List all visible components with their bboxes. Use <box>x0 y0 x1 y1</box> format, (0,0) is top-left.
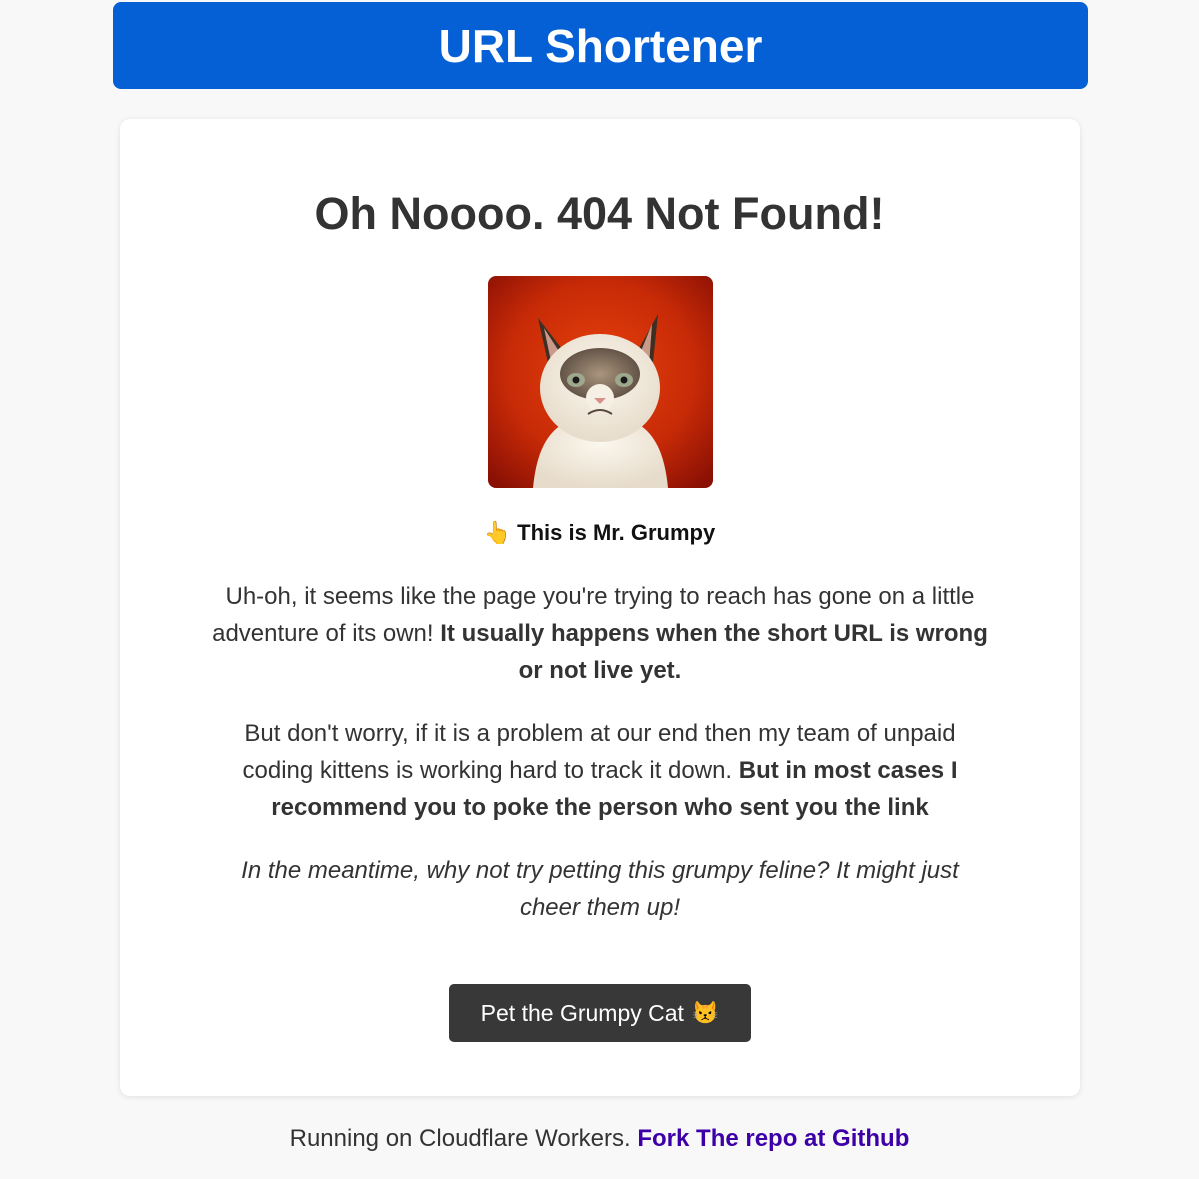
error-heading: Oh Noooo. 404 Not Found! <box>314 188 885 239</box>
footer-text: Running on Cloudflare Workers. <box>289 1125 638 1152</box>
pointing-up-icon: 👆 <box>483 520 512 545</box>
explanation-paragraph: Uh-oh, it seems like the page you're try… <box>210 578 990 689</box>
caption-text: This is Mr. Grumpy <box>517 520 716 545</box>
github-fork-link[interactable]: Fork The repo at Github <box>637 1125 909 1152</box>
paragraph1-bold: It usually happens when the short URL is… <box>440 620 988 684</box>
pet-cat-button[interactable]: Pet the Grumpy Cat 😾 <box>449 984 751 1042</box>
app-title: URL Shortener <box>438 19 763 72</box>
grumpy-cat-image <box>488 276 713 488</box>
app-header: URL Shortener <box>113 2 1088 89</box>
pet-cat-label: Pet the Grumpy Cat <box>480 999 684 1026</box>
meantime-paragraph: In the meantime, why not try petting thi… <box>241 857 959 921</box>
reassurance-paragraph: But don't worry, if it is a problem at o… <box>210 715 990 826</box>
cat-caption: 👆 This is Mr. Grumpy <box>0 520 1199 546</box>
footer: Running on Cloudflare Workers. Fork The … <box>0 1125 1199 1153</box>
grumpy-cat-emoji-icon: 😾 <box>691 1000 720 1025</box>
